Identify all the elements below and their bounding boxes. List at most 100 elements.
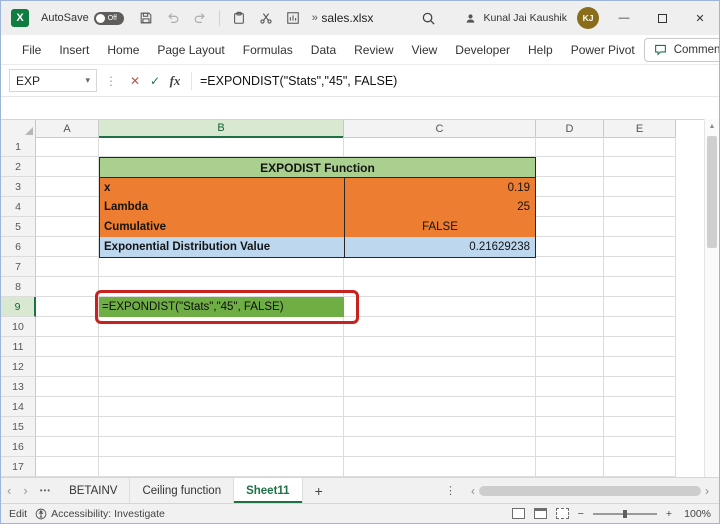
row-header-6[interactable]: 6: [1, 237, 36, 257]
hscroll-left-icon[interactable]: ‹: [467, 484, 479, 498]
row-header-8[interactable]: 8: [1, 277, 36, 297]
vertical-scroll-thumb[interactable]: [707, 136, 717, 248]
hscroll-right-icon[interactable]: ›: [701, 484, 713, 498]
table-label-cell[interactable]: x: [100, 177, 345, 198]
chart-icon[interactable]: [285, 10, 301, 26]
name-box[interactable]: EXP ▾: [9, 69, 97, 92]
comments-button[interactable]: Comments: [643, 37, 719, 62]
table-label-cell[interactable]: Lambda: [100, 197, 345, 218]
scissors-icon[interactable]: [258, 10, 274, 26]
row-header-14[interactable]: 14: [1, 397, 36, 417]
clipboard-icon[interactable]: [231, 10, 247, 26]
page-layout-view-icon[interactable]: [533, 508, 547, 519]
more-commands-icon[interactable]: »: [312, 12, 318, 24]
zoom-slider-knob[interactable]: [622, 509, 627, 518]
sheet-tab-ceiling-function[interactable]: Ceiling function: [130, 478, 235, 503]
formula-bar-more-icon[interactable]: ⋮: [97, 74, 125, 88]
sheet-nav-right-icon[interactable]: ›: [17, 478, 33, 503]
insert-function-button[interactable]: fx: [165, 73, 185, 89]
row-header-7[interactable]: 7: [1, 257, 36, 277]
row-header-9[interactable]: 9: [1, 297, 36, 317]
normal-view-icon[interactable]: [511, 508, 525, 519]
quick-access-toolbar: »: [138, 10, 318, 26]
cells-area[interactable]: EXPODIST Function x 0.19 Lambda 25 Cumulative…: [36, 137, 676, 477]
column-header-C[interactable]: C: [344, 120, 536, 138]
sheet-tab-betainv[interactable]: BETAINV: [57, 478, 131, 503]
account-button[interactable]: Kunal Jai Kaushik: [463, 10, 567, 26]
add-sheet-button[interactable]: +: [303, 478, 335, 503]
edit-cell[interactable]: =EXPONDIST("Stats","45", FALSE): [99, 297, 344, 317]
menu-item-home[interactable]: Home: [98, 35, 148, 64]
avatar[interactable]: KJ: [577, 7, 599, 29]
table-value-cell[interactable]: 25: [345, 197, 535, 218]
row-header-4[interactable]: 4: [1, 197, 36, 217]
autosave-toggle[interactable]: AutoSave Off: [41, 11, 124, 25]
menu-item-insert[interactable]: Insert: [50, 35, 98, 64]
menu-item-help[interactable]: Help: [519, 35, 562, 64]
table-value-cell[interactable]: 0.21629238: [345, 237, 535, 257]
menu-item-formulas[interactable]: Formulas: [234, 35, 302, 64]
row-header-1[interactable]: 1: [1, 137, 36, 157]
sheet-bar-more-icon[interactable]: ⋮: [437, 478, 464, 503]
redo-icon[interactable]: [192, 10, 208, 26]
save-icon[interactable]: [138, 10, 154, 26]
menu-item-file[interactable]: File: [13, 35, 50, 64]
window-close-button[interactable]: ✕: [681, 1, 719, 35]
zoom-slider[interactable]: [592, 509, 657, 518]
ribbon-collapsed-gap: [1, 97, 719, 119]
undo-icon[interactable]: [165, 10, 181, 26]
grid-vline: [675, 137, 676, 477]
menu-item-power-pivot[interactable]: Power Pivot: [562, 35, 644, 64]
search-icon[interactable]: [421, 10, 437, 26]
window-minimize-button[interactable]: —: [605, 1, 643, 35]
enter-button[interactable]: ✓: [145, 74, 165, 88]
menu-item-review[interactable]: Review: [345, 35, 402, 64]
grid-rows: EXPODIST Function x 0.19 Lambda 25 Cumulative…: [1, 137, 676, 477]
zoom-level[interactable]: 100%: [681, 508, 711, 520]
page-break-view-icon[interactable]: [555, 508, 569, 519]
table-value-cell[interactable]: 0.19: [345, 177, 535, 198]
row-header-5[interactable]: 5: [1, 217, 36, 237]
formula-input[interactable]: =EXPONDIST("Stats","45", FALSE): [200, 74, 397, 88]
zoom-out-button[interactable]: −: [578, 508, 584, 520]
select-all-corner[interactable]: [1, 120, 36, 138]
row-header-15[interactable]: 15: [1, 417, 36, 437]
sheet-nav-left-icon[interactable]: ‹: [1, 478, 17, 503]
window-maximize-button[interactable]: [643, 1, 681, 35]
menu-item-data[interactable]: Data: [302, 35, 345, 64]
row-header-13[interactable]: 13: [1, 377, 36, 397]
row-header-17[interactable]: 17: [1, 457, 36, 477]
scroll-up-icon[interactable]: ▲: [705, 119, 719, 134]
title-bar-right: Kunal Jai Kaushik KJ — ✕: [421, 1, 719, 35]
row-header-10[interactable]: 10: [1, 317, 36, 337]
menu-item-view[interactable]: View: [403, 35, 447, 64]
autosave-switch[interactable]: Off: [93, 11, 124, 25]
menu-item-developer[interactable]: Developer: [446, 35, 519, 64]
column-header-E[interactable]: E: [604, 120, 676, 138]
zoom-in-button[interactable]: +: [666, 508, 672, 520]
row-header-11[interactable]: 11: [1, 337, 36, 357]
table-title-cell[interactable]: EXPODIST Function: [100, 158, 535, 178]
column-header-D[interactable]: D: [536, 120, 604, 138]
row-header-2[interactable]: 2: [1, 157, 36, 177]
row-header-12[interactable]: 12: [1, 357, 36, 377]
column-header-A[interactable]: A: [36, 120, 99, 138]
menu-item-page-layout[interactable]: Page Layout: [148, 35, 233, 64]
table-label-cell[interactable]: Exponential Distribution Value: [100, 237, 345, 257]
toolbar-separator: [218, 10, 220, 26]
table-label-cell[interactable]: Cumulative: [100, 217, 345, 238]
row-header-16[interactable]: 16: [1, 437, 36, 457]
chevron-down-icon[interactable]: ▾: [85, 75, 90, 86]
table-row: x 0.19: [100, 177, 535, 198]
table-value-cell[interactable]: FALSE: [345, 217, 535, 238]
row-header-3[interactable]: 3: [1, 177, 36, 197]
column-header-B[interactable]: B: [99, 120, 344, 138]
cancel-button[interactable]: ✕: [125, 74, 145, 88]
horizontal-scrollbar[interactable]: ‹ ›: [464, 478, 716, 503]
accessibility-status[interactable]: Accessibility: Investigate: [35, 508, 165, 520]
horizontal-scroll-thumb[interactable]: [479, 485, 701, 496]
sheet-tab-sheet11[interactable]: Sheet11: [234, 478, 303, 503]
user-name: Kunal Jai Kaushik: [483, 12, 567, 24]
sheet-list-icon[interactable]: •••: [34, 478, 57, 503]
vertical-scrollbar[interactable]: ▲: [704, 119, 719, 477]
